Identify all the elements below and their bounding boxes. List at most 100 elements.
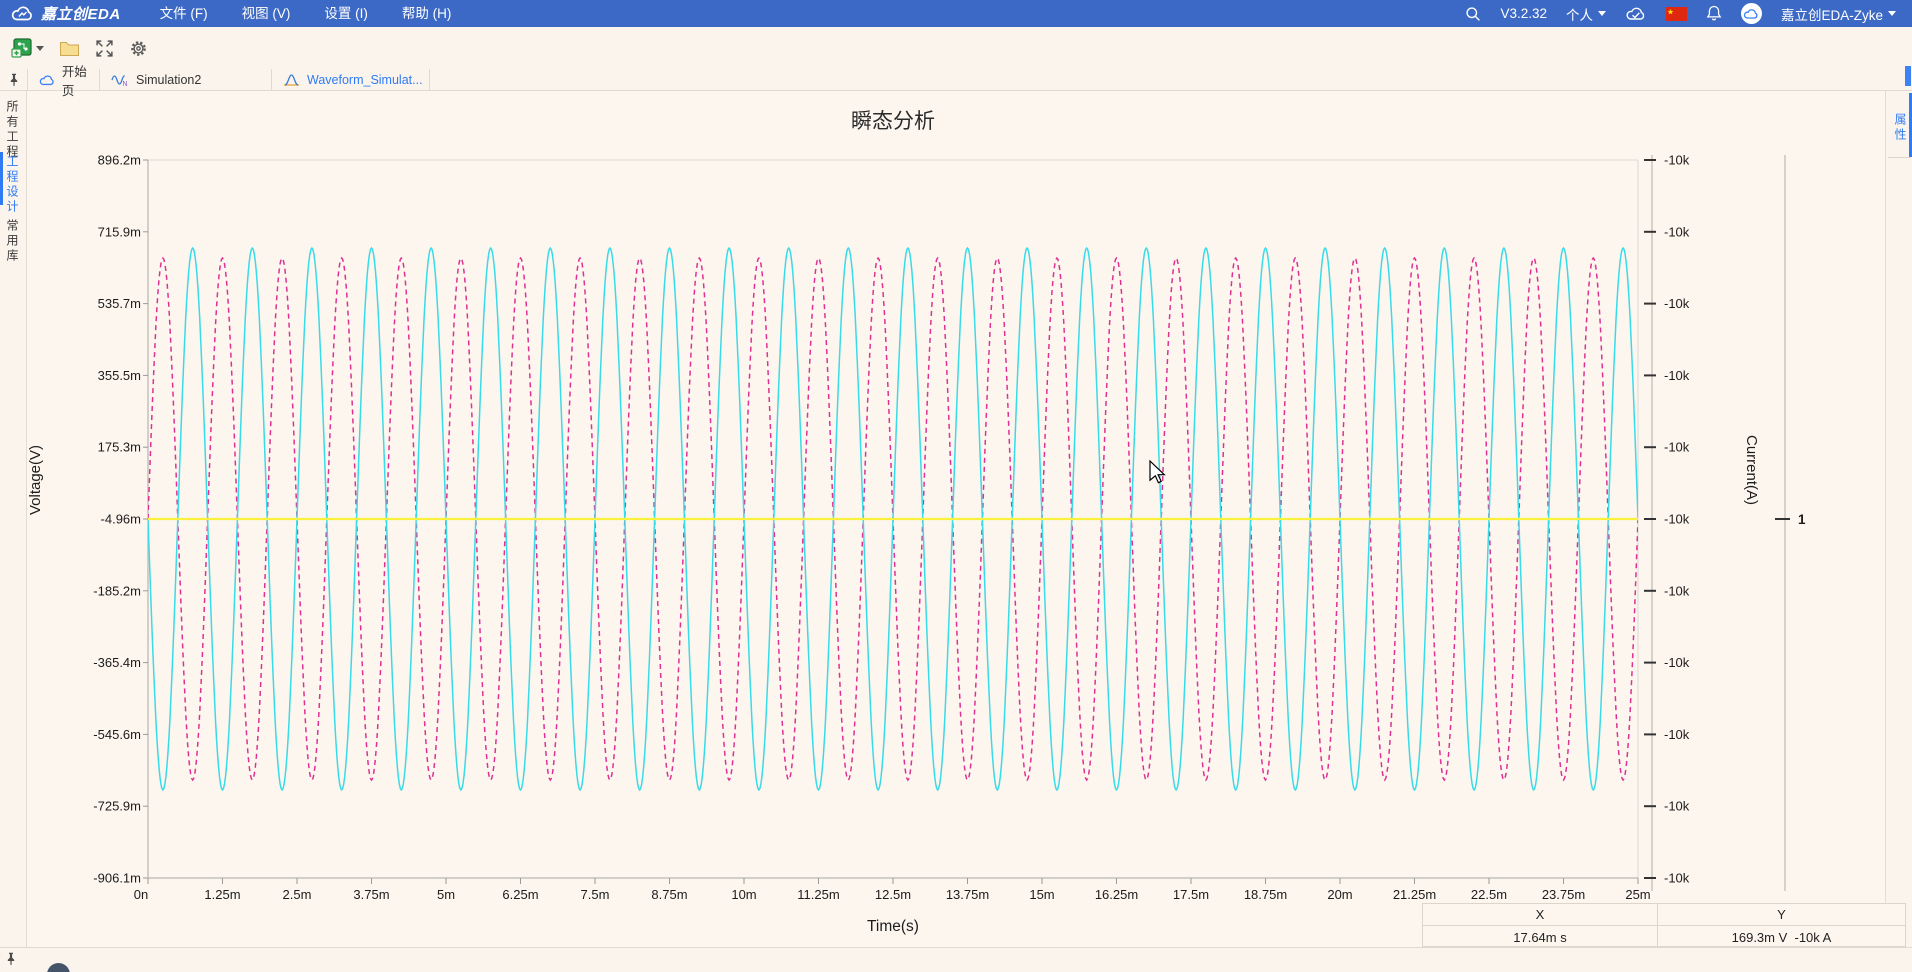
status-strip <box>0 947 1912 972</box>
x-axis-tick-label: 23.75m <box>1542 887 1585 902</box>
y-axis-tick-label: 715.9m <box>98 224 141 239</box>
right-axis2-tick-label: 1 <box>1798 512 1806 527</box>
svg-text:N: N <box>123 81 128 87</box>
pin-bottom-button[interactable] <box>6 952 16 971</box>
right-sidebar: 属性 <box>1885 91 1912 947</box>
right-axis-tick-label: -10k <box>1664 368 1690 383</box>
right-axis-tick-label: -10k <box>1664 727 1690 742</box>
folder-icon <box>59 40 80 57</box>
username-label: 嘉立创EDA-Zyke <box>1781 4 1883 24</box>
new-project-button[interactable] <box>11 38 44 58</box>
version-label: V3.2.32 <box>1500 6 1547 21</box>
waveform-curve-icon <box>283 73 300 87</box>
settings-button[interactable] <box>129 39 148 58</box>
y-axis-tick-label: -4.96m <box>101 512 141 527</box>
notifications-bell-icon[interactable] <box>1706 5 1722 22</box>
left-sidebar: 所有工程 工程设计 常用库 <box>0 91 27 947</box>
pin-icon <box>9 73 19 87</box>
x-axis-tick-label: 13.75m <box>946 887 989 902</box>
right-axis-tick-label: -10k <box>1664 512 1690 527</box>
x-axis-tick-label: 6.25m <box>502 887 538 902</box>
user-avatar[interactable] <box>1741 3 1762 24</box>
x-axis-tick-label: 15m <box>1029 887 1054 902</box>
y-axis-tick-label: -906.1m <box>93 871 141 886</box>
sidebar-item-common-library[interactable]: 常用库 <box>6 219 18 264</box>
chart-title: 瞬态分析 <box>851 110 935 133</box>
menu-settings[interactable]: 设置 (I) <box>307 0 385 27</box>
tabbar-scrollbar[interactable] <box>1905 66 1911 86</box>
right-axis-tick-label: -10k <box>1664 224 1690 239</box>
y-axis-tick-label: 355.5m <box>98 368 141 383</box>
x-axis-tick-label: 11.25m <box>797 887 839 902</box>
app-logo[interactable]: 嘉立创EDA <box>0 3 121 24</box>
cloud-sync-icon[interactable] <box>1625 6 1647 22</box>
readout-value-x: 17.64m s <box>1423 926 1658 948</box>
app-window: 嘉立创EDA 文件 (F) 视图 (V) 设置 (I) 帮助 (H) V3.2.… <box>0 0 1912 972</box>
x-axis-tick-label: 0n <box>134 887 148 902</box>
y-axis-tick-label: -545.6m <box>93 727 141 742</box>
right-axis-tick-label: -10k <box>1664 153 1690 168</box>
open-folder-button[interactable] <box>59 40 80 57</box>
x-axis-tick-label: 21.25m <box>1393 887 1436 902</box>
y-axis-tick-label: -365.4m <box>93 655 141 670</box>
sidebar-item-properties[interactable]: 属性 <box>1894 113 1906 143</box>
x-axis-title: Time(s) <box>867 918 919 935</box>
x-axis-tick-label: 10m <box>731 887 756 902</box>
y-axis-tick-label: -185.2m <box>93 583 141 598</box>
pin-icon <box>6 952 16 966</box>
x-axis-tick-label: 12.5m <box>875 887 911 902</box>
document-tabbar: 开始页 N Simulation2 Waveform_Simulat... <box>0 69 1912 91</box>
x-axis-tick-label: 17.5m <box>1173 887 1209 902</box>
trace-group <box>148 248 1638 790</box>
tab-start-page[interactable]: 开始页 <box>28 69 100 90</box>
gear-icon <box>129 39 148 58</box>
app-logo-text: 嘉立创EDA <box>41 3 121 24</box>
tab-waveform-simulation[interactable]: Waveform_Simulat... <box>272 69 430 90</box>
x-axis-tick-label: 16.25m <box>1095 887 1138 902</box>
x-axis-tick-label: 2.5m <box>283 887 312 902</box>
x-axis-tick-label: 5m <box>437 887 455 902</box>
waveform-chart[interactable]: 瞬态分析 896.2m 715.9m 535.7m 355.5m 175.3m -4.96m… <box>28 91 1885 947</box>
fullscreen-button[interactable] <box>95 39 114 58</box>
cloud-icon <box>39 74 55 86</box>
divider <box>1888 157 1911 158</box>
simulation-wave-icon: N <box>111 72 129 87</box>
y-axis-tick-label: 535.7m <box>98 296 141 311</box>
menu-help[interactable]: 帮助 (H) <box>385 0 469 27</box>
sidebar-item-project-design[interactable]: 工程设计 <box>6 155 18 215</box>
readout-header-x: X <box>1423 904 1658 926</box>
x-axis-tick-label: 22.5m <box>1471 887 1507 902</box>
cloud-logo-icon <box>10 5 35 23</box>
menu-file[interactable]: 文件 (F) <box>143 0 225 27</box>
x-axis-tick-label: 7.5m <box>581 887 610 902</box>
menu-view[interactable]: 视图 (V) <box>225 0 308 27</box>
tab-simulation2[interactable]: N Simulation2 <box>100 69 272 90</box>
tab-label: Simulation2 <box>136 73 201 87</box>
y-axis-tick-label: -725.9m <box>93 799 141 814</box>
toolbar <box>0 27 1912 69</box>
pin-tabs-button[interactable] <box>0 69 28 90</box>
x-axis-tick-label: 18.75m <box>1244 887 1287 902</box>
right-axis-tick-label: -10k <box>1664 583 1690 598</box>
chevron-down-icon <box>1888 11 1896 16</box>
account-label: 个人 <box>1566 4 1593 24</box>
chevron-down-icon <box>36 46 44 51</box>
right-axis-tick-label: -10k <box>1664 296 1690 311</box>
active-tab-indicator <box>0 152 3 205</box>
search-icon[interactable] <box>1465 6 1481 22</box>
readout-header-y: Y <box>1658 904 1905 926</box>
right-axis-tick-label: -10k <box>1664 799 1690 814</box>
user-menu[interactable]: 嘉立创EDA-Zyke <box>1781 4 1896 24</box>
x-axis-tick-label: 8.75m <box>651 887 687 902</box>
x-axis-tick-label: 1.25m <box>204 887 240 902</box>
expand-arrows-icon <box>95 39 114 58</box>
language-flag-icon[interactable] <box>1666 7 1687 21</box>
cursor-readout-table: X Y 17.64m s 169.3m V -10k A <box>1422 903 1906 947</box>
right-axis-tick-label: -10k <box>1664 871 1690 886</box>
y-axis-title: Voltage(V) <box>28 445 44 515</box>
sidebar-item-all-projects[interactable]: 所有工程 <box>6 100 18 160</box>
y-axis-tick-label: 175.3m <box>98 440 141 455</box>
x-axis-tick-label: 25m <box>1625 887 1650 902</box>
y-axis-tick-label: 896.2m <box>98 153 141 168</box>
account-menu[interactable]: 个人 <box>1566 4 1606 24</box>
